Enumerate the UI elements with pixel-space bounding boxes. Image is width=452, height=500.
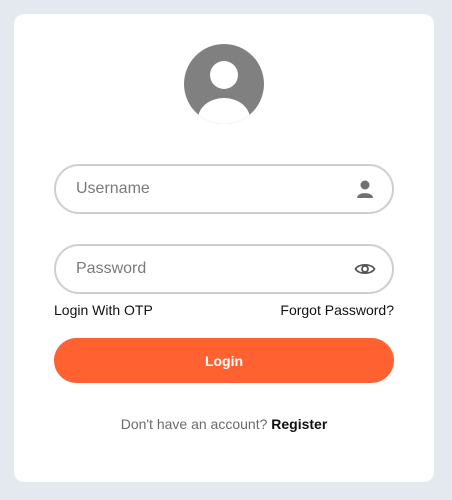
username-field[interactable] <box>54 164 394 214</box>
eye-icon[interactable] <box>354 258 376 280</box>
login-with-otp-link[interactable]: Login With OTP <box>54 302 153 318</box>
avatar-icon <box>184 44 264 124</box>
form-links: Login With OTP Forgot Password? <box>54 302 394 322</box>
login-card: Login With OTP Forgot Password? Login Do… <box>14 14 434 482</box>
password-field[interactable] <box>54 244 394 294</box>
user-icon <box>354 178 376 200</box>
forgot-password-link[interactable]: Forgot Password? <box>280 302 394 318</box>
username-input[interactable] <box>76 166 346 212</box>
password-input[interactable] <box>76 246 346 292</box>
register-prompt-text: Don't have an account? <box>120 416 268 432</box>
register-link[interactable]: Register <box>271 416 327 432</box>
register-prompt: Don't have an account? Register <box>14 416 434 432</box>
login-button[interactable]: Login <box>54 338 394 383</box>
